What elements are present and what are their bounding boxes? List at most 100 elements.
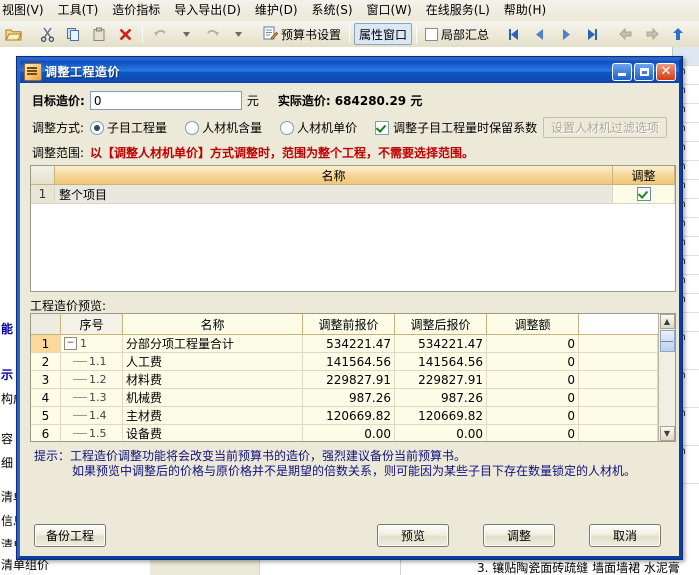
scrollbar-thumb[interactable]: [659, 330, 675, 352]
paste-icon[interactable]: [86, 23, 112, 45]
table-row[interactable]: 6 1.5 设备费 0.00 0.00 0: [31, 425, 658, 441]
redo-icon[interactable]: [199, 23, 225, 45]
property-window-label: 属性窗口: [359, 27, 408, 42]
radio-labor-material-price[interactable]: 人材机单价: [280, 119, 357, 136]
close-icon[interactable]: ✕: [656, 62, 676, 81]
radio-labor-material-content[interactable]: 人材机含量: [185, 119, 262, 136]
adjust-range-label: 调整范围:: [32, 146, 85, 160]
row-no-cell[interactable]: 1.3: [61, 389, 123, 407]
table-row[interactable]: 5 1.4 主材费 120669.82 120669.82 0: [31, 407, 658, 425]
local-summary-button[interactable]: 局部汇总: [421, 24, 493, 44]
actual-cost-text: 实际造价: 684280.29 元: [277, 94, 423, 108]
menu-window[interactable]: 窗口(W): [360, 1, 419, 20]
cut-icon[interactable]: [34, 23, 60, 45]
radio-button-icon[interactable]: [185, 120, 200, 135]
backup-project-button[interactable]: 备份工程: [34, 524, 106, 547]
property-window-button[interactable]: 属性窗口: [354, 23, 413, 45]
menu-system[interactable]: 系统(S): [305, 1, 360, 20]
cancel-button[interactable]: 取消: [589, 524, 661, 547]
preview-grid-scrollbar[interactable]: ▲ ▼: [658, 314, 675, 441]
target-cost-input[interactable]: [89, 91, 242, 110]
adjust-project-cost-dialog: 调整工程造价 ✕ 目标造价: 元 实际造价: 684280.29 元 调整方式:…: [16, 56, 683, 560]
menu-view[interactable]: 视图(V): [0, 1, 51, 20]
nav-next-icon[interactable]: [553, 23, 579, 45]
hint-line-2: 如果预览中调整后的价格与原价格并不是期望的倍数关系，则可能因为某些子目下存在数量…: [72, 464, 637, 478]
nav-prev-icon[interactable]: [527, 23, 553, 45]
scrollbar-track[interactable]: [660, 352, 675, 426]
row-after: 141564.56: [395, 353, 487, 371]
target-cost-label: 目标造价:: [32, 94, 85, 108]
copy-icon[interactable]: [60, 23, 86, 45]
scope-row-name: 整个项目: [55, 185, 613, 204]
outdent-left-icon[interactable]: [613, 23, 639, 45]
preview-col-delta: 调整额: [487, 314, 579, 334]
keep-coefficient-checkbox[interactable]: 调整子目工程量时保留系数: [375, 119, 537, 136]
maximize-icon[interactable]: [634, 62, 654, 81]
row-pad: [579, 389, 658, 407]
scroll-up-icon[interactable]: ▲: [659, 314, 675, 329]
scroll-down-icon[interactable]: ▼: [659, 426, 675, 441]
move-down-icon[interactable]: [691, 23, 699, 45]
checkbox-icon[interactable]: [375, 120, 390, 135]
set-filter-options-button: 设置人材机过滤选项: [542, 117, 667, 138]
undo-dropdown-icon[interactable]: [173, 23, 199, 45]
tree-expander-root[interactable]: − 1: [64, 335, 87, 353]
dialog-title-bar[interactable]: 调整工程造价 ✕: [20, 60, 679, 83]
row-number: 4: [31, 389, 61, 407]
nav-last-icon[interactable]: [579, 23, 605, 45]
row-no-cell[interactable]: 1.1: [61, 353, 123, 371]
row-no-cell[interactable]: 1.2: [61, 371, 123, 389]
table-row[interactable]: 1 − 1 分部分项工程量合计 534221.47 534221.47 0: [31, 335, 658, 353]
local-summary-checkbox[interactable]: [425, 27, 439, 41]
preview-label: 工程造价预览:: [30, 299, 107, 313]
row-no-cell[interactable]: 1.4: [61, 407, 123, 425]
scope-grid[interactable]: 名称 调整 1 整个项目: [30, 165, 676, 292]
row-before: 987.26: [303, 389, 395, 407]
table-row[interactable]: 3 1.2 材料费 229827.91 229827.91 0: [31, 371, 658, 389]
tree-child: 1.3: [64, 389, 107, 407]
preview-button[interactable]: 预览: [377, 524, 449, 547]
scope-row-adjust-cell[interactable]: [613, 185, 675, 204]
row-before: 229827.91: [303, 371, 395, 389]
menu-help[interactable]: 帮助(H): [497, 1, 553, 20]
undo-icon[interactable]: [147, 23, 173, 45]
redo-dropdown-icon[interactable]: [225, 23, 251, 45]
move-up-icon[interactable]: [665, 23, 691, 45]
row-before: 534221.47: [303, 335, 395, 353]
keep-coefficient-label: 调整子目工程量时保留系数: [393, 121, 538, 135]
menu-import-export[interactable]: 导入导出(D): [167, 1, 248, 20]
cost-preview-grid[interactable]: 序号 名称 调整前报价 调整后报价 调整额 1 − 1 分部分项工程量合计 53…: [30, 313, 676, 442]
collapse-icon[interactable]: −: [64, 337, 77, 350]
row-name: 主材费: [123, 407, 303, 425]
hint-text: 提示：工程造价调整功能将会改变当前预算书的造价，强烈建议备份当前预算书。 如果预…: [34, 449, 665, 479]
scope-row-index: 1: [31, 185, 55, 204]
row-before: 141564.56: [303, 353, 395, 371]
adjust-button[interactable]: 调整: [483, 524, 555, 547]
preview-col-rownum: [31, 314, 61, 334]
menu-maintain[interactable]: 维护(D): [248, 1, 305, 20]
table-row[interactable]: 2 1.1 人工费 141564.56 141564.56 0: [31, 353, 658, 371]
menu-tools[interactable]: 工具(T): [51, 1, 106, 20]
toolbar-separator-3: [416, 25, 418, 43]
minimize-icon[interactable]: [612, 62, 632, 81]
radio-button-icon[interactable]: [90, 120, 105, 135]
nav-first-icon[interactable]: [501, 23, 527, 45]
table-row[interactable]: 1 整个项目: [31, 185, 675, 204]
preview-col-name: 名称: [123, 314, 303, 334]
indent-right-icon[interactable]: [639, 23, 665, 45]
radio-sub-item-quantity[interactable]: 子目工程量: [90, 119, 167, 136]
radio-button-icon[interactable]: [280, 120, 295, 135]
tree-child: 1.4: [64, 407, 107, 425]
row-pad: [579, 371, 658, 389]
menu-online-service[interactable]: 在线服务(L): [419, 1, 497, 20]
scope-col-adjust: 调整: [613, 166, 675, 184]
row-no: 1.5: [89, 427, 107, 440]
row-no-cell[interactable]: − 1: [61, 335, 123, 353]
budget-settings-button[interactable]: 预算书设置: [259, 24, 345, 44]
open-folder-icon[interactable]: [0, 23, 26, 45]
row-no-cell[interactable]: 1.5: [61, 425, 123, 441]
delete-icon[interactable]: [112, 23, 138, 45]
checkbox-icon[interactable]: [636, 187, 651, 201]
menu-cost-index[interactable]: 造价指标: [105, 1, 167, 20]
table-row[interactable]: 4 1.3 机械费 987.26 987.26 0: [31, 389, 658, 407]
